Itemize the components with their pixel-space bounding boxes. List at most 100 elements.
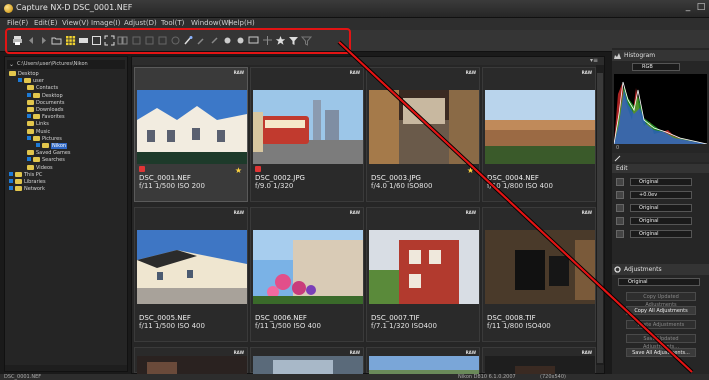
thumbnail-filename: DSC_0006.NEF — [255, 314, 307, 322]
edit-row-value: +0.0ev — [639, 192, 658, 198]
folder-tree-item[interactable]: Downloads — [27, 107, 63, 114]
expand-icon[interactable] — [36, 143, 40, 147]
folder-tree-item[interactable]: Documents — [27, 99, 65, 107]
edit-row-select[interactable]: Original — [630, 178, 692, 186]
menu-tool[interactable]: Tool(T) — [161, 19, 184, 27]
title-bar: Capture NX-D DSC_0001.NEF _ □ — [0, 0, 709, 18]
folder-tree-item[interactable]: Contacts — [27, 85, 58, 92]
edit-row-select[interactable]: Original — [630, 204, 692, 212]
adjustments-select[interactable]: Original — [618, 278, 700, 286]
edit-row-select[interactable]: Original — [630, 230, 692, 238]
browser-scrollbar[interactable] — [596, 65, 604, 365]
thumbnail[interactable]: RAW DSC_0006.NEF f/11 1/500 ISO 400 — [250, 207, 364, 342]
expand-icon[interactable] — [27, 114, 31, 119]
thumbnail[interactable]: RAW — [134, 347, 248, 374]
adjustments-button[interactable]: Save Updated Adjustments... — [626, 334, 696, 350]
adjustments-button[interactable]: Copy Updated Adjustments — [626, 292, 696, 308]
channel-select-value: RGB — [642, 64, 653, 70]
thumbnail[interactable]: RAW ★ DSC_0001.NEF f/11 1/500 ISO 200 — [134, 67, 248, 202]
maximize-button[interactable]: □ — [696, 2, 706, 14]
folder-tree-item[interactable]: Searches — [27, 157, 65, 164]
menu-adjust[interactable]: Adjust(D) — [124, 19, 157, 27]
edit-row-select[interactable]: +0.0ev — [630, 191, 692, 199]
thumbnail[interactable]: RAW DSC_0005.NEF f/11 1/500 ISO 400 — [134, 207, 248, 342]
thumbnail[interactable]: RAW DSC_0008.TIF f/11 1/800 ISO400 — [482, 207, 596, 342]
thumbnail[interactable]: RAW — [366, 347, 480, 374]
raw-badge: RAW — [233, 210, 244, 215]
thumbnail[interactable]: RAW ★ DSC_0003.JPG f/4.0 1/60 ISO800 — [366, 67, 480, 202]
folder-tree-item[interactable]: Pictures — [27, 135, 62, 143]
expand-icon[interactable] — [18, 78, 22, 83]
expand-icon[interactable] — [9, 179, 13, 183]
thumbnail[interactable]: RAW DSC_0007.TIF f/7.1 1/320 ISO400 — [366, 207, 480, 342]
edit-tool-icon[interactable] — [616, 217, 624, 225]
menu-file[interactable]: File(F) — [7, 19, 28, 27]
folder-tree-item[interactable]: Videos — [27, 164, 53, 172]
edit-row-value: Original — [639, 231, 659, 237]
thumbnail[interactable]: RAW — [250, 347, 364, 374]
expand-icon[interactable] — [9, 186, 13, 191]
edit-tool-icon[interactable] — [616, 191, 624, 199]
thumbnail-exif: f/11 1/800 ISO400 — [487, 322, 551, 330]
folder-tree-item[interactable]: user — [18, 78, 44, 85]
adjustments-button[interactable]: Copy All Adjustments — [626, 306, 696, 315]
folder-tree-item[interactable]: Libraries — [9, 179, 46, 186]
folder-tree-item[interactable]: Desktop — [9, 71, 39, 78]
status-bar: DSC_0001.NEF Nikon D810 6.1.0.2007 (720x… — [0, 374, 709, 380]
pane-menu-icon[interactable]: ▾≡ — [590, 57, 598, 64]
expand-icon[interactable] — [27, 135, 31, 140]
folder-tree-item[interactable]: Favorites — [27, 114, 65, 121]
status-size: (720x540) — [540, 374, 566, 380]
folder-tree-item[interactable]: Network — [9, 186, 45, 193]
star-icon[interactable]: ★ — [235, 166, 242, 175]
folder-path-text: C:\Users\user\Pictures\Nikon — [17, 61, 88, 67]
thumbnail-filename: DSC_0007.TIF — [371, 314, 420, 322]
chevron-down-icon: ⌄ — [9, 61, 15, 68]
expand-icon[interactable] — [27, 92, 31, 97]
edit-row-select[interactable]: Original — [630, 217, 692, 225]
thumbnail-filename: DSC_0004.NEF — [487, 174, 539, 182]
edit-tool-icon[interactable] — [616, 204, 624, 212]
edit-tool-icon[interactable] — [616, 230, 624, 238]
menu-view[interactable]: View(V) — [62, 19, 89, 27]
raw-badge: RAW — [465, 350, 476, 355]
thumbnail-filename: DSC_0008.TIF — [487, 314, 536, 322]
folder-tree-item[interactable]: Saved Games — [27, 150, 71, 157]
folder-tree-label: Favorites — [42, 114, 65, 121]
color-label-icon — [139, 166, 145, 172]
adjustments-button[interactable]: Paste Adjustments — [626, 320, 696, 329]
edit-tool-icon[interactable] — [616, 178, 624, 186]
expand-icon[interactable] — [27, 157, 31, 162]
thumbnail-image — [369, 90, 479, 164]
minimize-button[interactable]: _ — [683, 2, 693, 14]
edit-tab-icon[interactable] — [614, 155, 621, 162]
right-pane: Histogram RGB 0 Edit Original +0.0ev Origi… — [612, 48, 709, 374]
folder-tree-item[interactable]: Links — [27, 121, 49, 128]
menu-help[interactable]: Help(H) — [228, 19, 255, 27]
thumbnail-exif: f/11 1/500 ISO 200 — [139, 182, 205, 190]
thumbnail-image — [253, 90, 363, 164]
raw-badge: RAW — [233, 70, 244, 75]
menu-window[interactable]: Window(W) — [191, 19, 231, 27]
folder-path-bar[interactable]: ⌄ C:\Users\user\Pictures\Nikon — [7, 60, 125, 69]
folder-tree-item[interactable]: Music — [27, 128, 50, 136]
folder-pane: ⌄ C:\Users\user\Pictures\Nikon Desktop us… — [4, 56, 128, 372]
menu-image[interactable]: Image(I) — [91, 19, 120, 27]
menu-edit[interactable]: Edit(E) — [34, 19, 57, 27]
folder-tree-item[interactable]: This PC — [9, 171, 42, 179]
thumbnail[interactable]: RAW — [482, 347, 596, 374]
adjustments-button[interactable]: Save All Adjustments... — [626, 348, 696, 357]
folder-tree-item[interactable]: Nikon — [36, 143, 68, 150]
folder-pane-scrollbar[interactable] — [5, 365, 127, 371]
view-tabs — [612, 153, 709, 162]
folder-tree-item[interactable]: Desktop — [27, 92, 63, 100]
browser-scrollbar-thumb[interactable] — [597, 73, 603, 363]
thumbnail[interactable]: RAW DSC_0002.JPG f/9.0 1/320 — [250, 67, 364, 202]
expand-icon[interactable] — [9, 171, 13, 176]
star-icon[interactable]: ★ — [467, 166, 474, 175]
folder-icon — [27, 128, 34, 134]
folder-tree-label: Desktop — [18, 71, 39, 77]
channel-select[interactable]: RGB — [632, 63, 680, 71]
folder-tree-label: Contacts — [36, 85, 59, 92]
thumbnail[interactable]: RAW DSC_0004.NEF f/10 1/800 ISO 400 — [482, 67, 596, 202]
